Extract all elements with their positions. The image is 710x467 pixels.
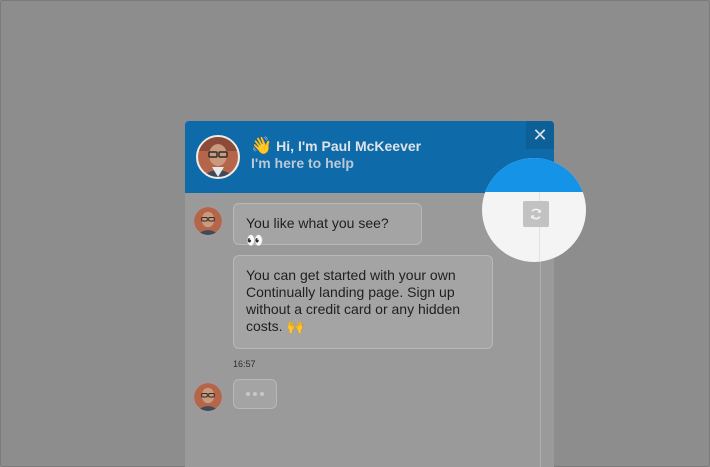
agent-avatar-image bbox=[194, 383, 222, 411]
greeting-text: Hi, I'm Paul McKeever bbox=[276, 138, 422, 154]
message-timestamp: 16:57 bbox=[233, 359, 256, 369]
refresh-icon bbox=[530, 208, 542, 220]
spotlight-header-segment bbox=[482, 158, 586, 192]
chat-message: You can get started with your own Contin… bbox=[233, 255, 493, 349]
agent-avatar-image bbox=[194, 207, 222, 235]
greeting: 👋 Hi, I'm Paul McKeever bbox=[251, 137, 421, 155]
message-avatar bbox=[194, 207, 222, 235]
agent-avatar-image bbox=[198, 137, 238, 177]
chat-message: You like what you see? 👀 bbox=[233, 203, 422, 248]
wave-emoji: 👋 bbox=[251, 136, 273, 155]
typing-indicator bbox=[233, 379, 277, 409]
typing-dots-icon bbox=[253, 392, 257, 396]
header-subtitle: I'm here to help bbox=[251, 155, 354, 171]
agent-avatar bbox=[196, 135, 240, 179]
message-avatar bbox=[194, 383, 222, 411]
close-button[interactable]: ✕ bbox=[526, 121, 554, 149]
typing-dots-icon bbox=[246, 392, 250, 396]
close-icon: ✕ bbox=[532, 125, 548, 145]
header-text: 👋 Hi, I'm Paul McKeever I'm here to help bbox=[251, 137, 421, 172]
spotlight-highlight bbox=[482, 158, 586, 262]
refresh-button[interactable] bbox=[523, 201, 549, 227]
typing-dots-icon bbox=[260, 392, 264, 396]
